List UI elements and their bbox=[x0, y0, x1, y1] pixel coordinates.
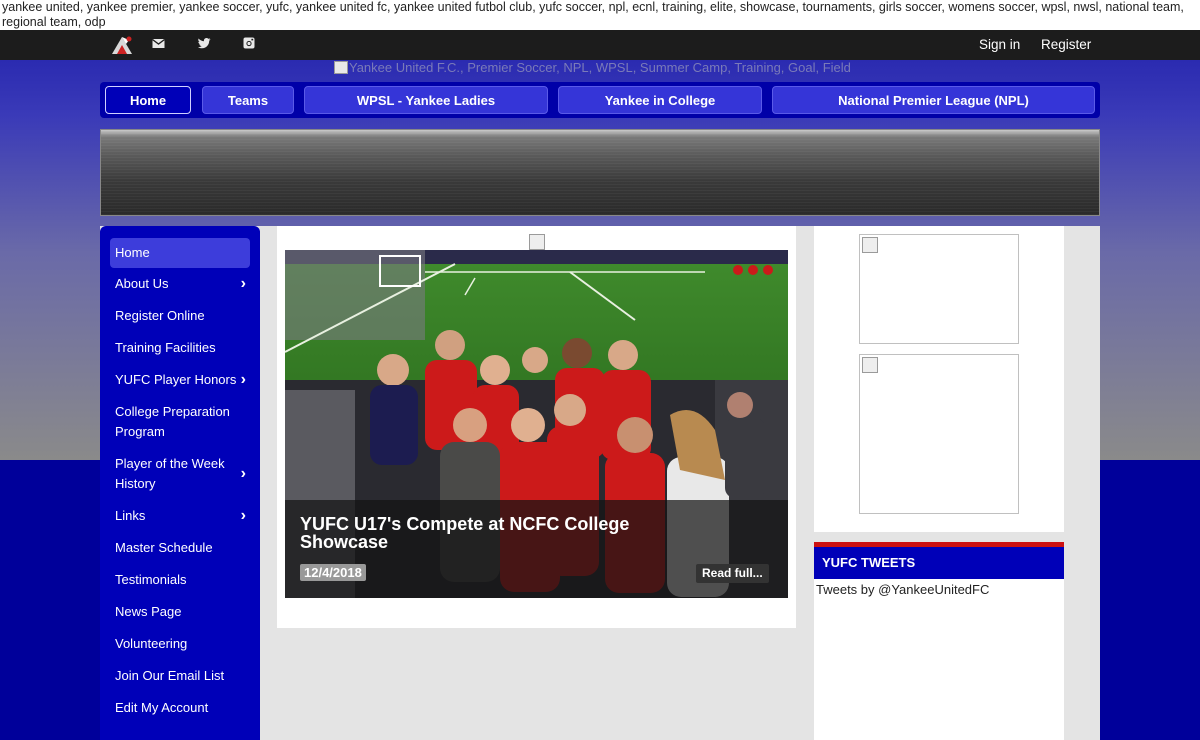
slide-indicator[interactable] bbox=[763, 265, 773, 275]
sidebar-item-player-honors[interactable]: YUFC Player Honors › bbox=[110, 370, 250, 390]
slide-indicator[interactable] bbox=[748, 265, 758, 275]
slide-indicator[interactable] bbox=[733, 265, 743, 275]
sidebar-item-email-list[interactable]: Join Our Email List bbox=[110, 666, 250, 686]
news-slideshow[interactable]: YUFC U17's Compete at NCFC College Showc… bbox=[285, 250, 788, 598]
sidebar-item-label: Links bbox=[115, 508, 146, 523]
tweets-link[interactable]: Tweets by @YankeeUnitedFC bbox=[816, 582, 989, 598]
sidebar-item-label: YUFC Player Honors bbox=[115, 372, 237, 387]
nav-yankee-in-college[interactable]: Yankee in College bbox=[558, 86, 762, 114]
twitter-icon[interactable] bbox=[198, 37, 211, 53]
tweets-heading: YUFC TWEETS bbox=[814, 542, 1064, 579]
sidebar-item-register-online[interactable]: Register Online bbox=[110, 306, 250, 326]
nav-home[interactable]: Home bbox=[105, 86, 191, 114]
sidebar-item-label: Register Online bbox=[115, 308, 205, 323]
instagram-icon[interactable] bbox=[243, 37, 255, 53]
sponsor-ad-1[interactable] bbox=[859, 234, 1019, 344]
sidebar-item-label: News Page bbox=[115, 604, 182, 619]
read-more-button[interactable]: Read full... bbox=[696, 564, 769, 583]
sidebar-item-about-us[interactable]: About Us › bbox=[110, 274, 250, 294]
sidebar-item-label: Home bbox=[115, 245, 150, 260]
chevron-right-icon: › bbox=[240, 371, 246, 388]
sidebar-item-college-prep[interactable]: College Preparation Program bbox=[110, 402, 240, 442]
news-date: 12/4/2018 bbox=[300, 564, 366, 581]
sidebar-item-testimonials[interactable]: Testimonials bbox=[110, 570, 250, 590]
sponsor-ad-2[interactable] bbox=[859, 354, 1019, 514]
email-icon[interactable] bbox=[152, 37, 165, 53]
sidebar-item-news-page[interactable]: News Page bbox=[110, 602, 250, 622]
club-logo-icon[interactable] bbox=[110, 34, 134, 56]
sidebar-menu: Home About Us › Register Online Training … bbox=[100, 226, 260, 740]
chevron-right-icon: › bbox=[240, 275, 246, 292]
sidebar-item-label: Master Schedule bbox=[115, 540, 213, 555]
banner-image-alt: Yankee United F.C., Premier Soccer, NPL,… bbox=[334, 60, 874, 76]
sidebar-item-edit-account[interactable]: Edit My Account bbox=[110, 698, 250, 718]
broken-image-icon bbox=[334, 61, 348, 74]
sidebar-item-label: Training Facilities bbox=[115, 340, 216, 355]
sidebar-item-label: Player of the Week History bbox=[115, 456, 225, 491]
sign-in-link[interactable]: Sign in bbox=[979, 37, 1020, 53]
sidebar-item-player-of-week[interactable]: Player of the Week History › bbox=[110, 454, 250, 494]
nav-teams[interactable]: Teams bbox=[202, 86, 294, 114]
broken-image-icon bbox=[862, 357, 878, 373]
sidebar-item-label: Volunteering bbox=[115, 636, 188, 651]
sidebar-item-label: Testimonials bbox=[115, 572, 187, 587]
news-title[interactable]: YUFC U17's Compete at NCFC College Showc… bbox=[300, 515, 720, 551]
chevron-right-icon: › bbox=[240, 507, 246, 524]
register-link[interactable]: Register bbox=[1041, 37, 1091, 53]
sidebar-item-label: College Preparation Program bbox=[115, 404, 230, 439]
broken-image-icon bbox=[529, 234, 545, 250]
sidebar-item-links[interactable]: Links › bbox=[110, 506, 250, 526]
keywords-text: yankee united, yankee premier, yankee so… bbox=[0, 0, 1200, 30]
sidebar-item-label: Edit My Account bbox=[115, 700, 209, 715]
sidebar-item-volunteering[interactable]: Volunteering bbox=[110, 634, 250, 654]
main-nav: Home Teams WPSL - Yankee Ladies Yankee i… bbox=[100, 82, 1100, 118]
sidebar-item-master-schedule[interactable]: Master Schedule bbox=[110, 538, 250, 558]
broken-image-icon bbox=[862, 237, 878, 253]
sidebar-item-home[interactable]: Home bbox=[110, 238, 250, 268]
banner-alt-text: Yankee United F.C., Premier Soccer, NPL,… bbox=[349, 60, 851, 75]
ad-panel bbox=[814, 226, 1064, 532]
nav-npl[interactable]: National Premier League (NPL) bbox=[772, 86, 1095, 114]
hero-banner bbox=[100, 129, 1100, 216]
sidebar-item-label: Join Our Email List bbox=[115, 668, 225, 683]
tweets-panel: YUFC TWEETS Tweets by @YankeeUnitedFC bbox=[814, 542, 1064, 740]
top-bar: Sign in Register bbox=[0, 30, 1200, 60]
sidebar-item-label: About Us bbox=[115, 276, 169, 291]
sidebar-item-training-facilities[interactable]: Training Facilities bbox=[110, 338, 250, 358]
nav-wpsl-yankee-ladies[interactable]: WPSL - Yankee Ladies bbox=[304, 86, 548, 114]
chevron-right-icon: › bbox=[240, 465, 246, 482]
